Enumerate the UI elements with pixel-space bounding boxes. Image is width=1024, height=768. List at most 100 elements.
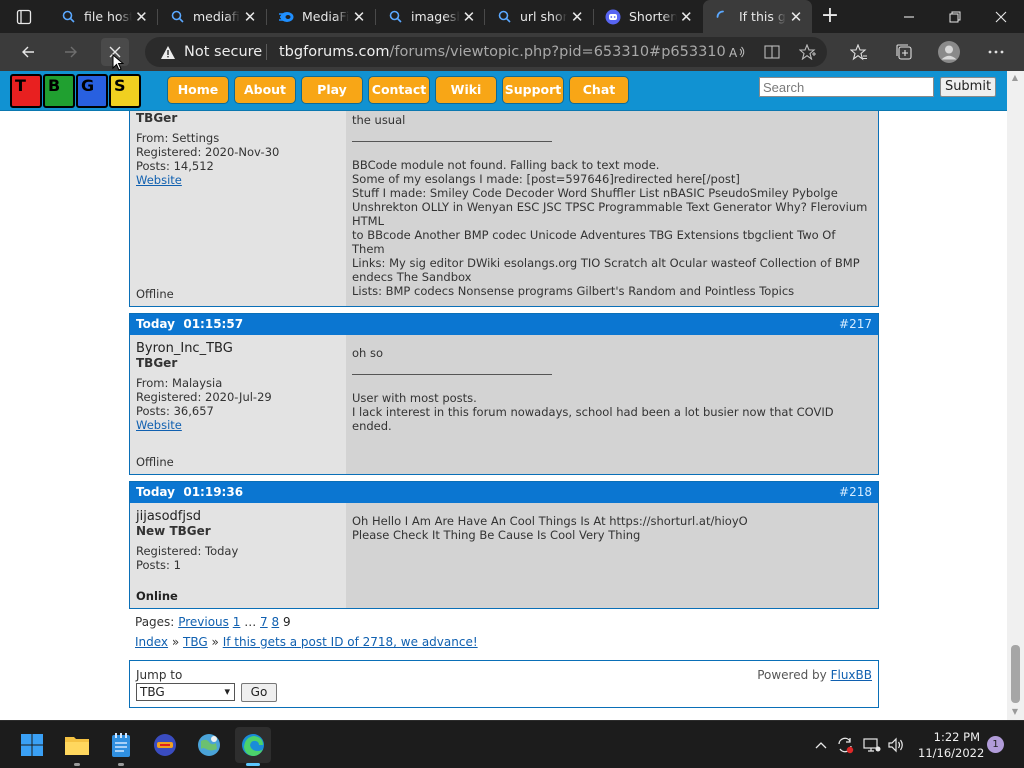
forum-post: Today 01:19:36 #218 jijasodfjsd New TBGe… — [129, 481, 879, 609]
minimize-button[interactable] — [886, 0, 932, 33]
scroll-up-icon[interactable]: ▲ — [1011, 73, 1019, 82]
post-number-link[interactable]: #218 — [839, 482, 872, 503]
favorites-button[interactable] — [845, 38, 873, 66]
site-search-input[interactable] — [759, 77, 934, 97]
user-title: TBGer — [136, 111, 178, 125]
browser-tab[interactable]: file host ✕ — [48, 0, 158, 33]
fluxbb-link[interactable]: FluxBB — [831, 668, 872, 682]
search-icon — [169, 9, 185, 25]
back-arrow-icon — [22, 46, 34, 58]
search-submit-button[interactable]: Submit — [940, 77, 996, 97]
signature-line: Lists: BMP codecs Nonsense programs Gilb… — [352, 284, 795, 298]
taskbar-file-explorer[interactable] — [59, 727, 95, 766]
logo-key: G — [76, 74, 108, 108]
page-scrollbar[interactable]: ▲ ▼ — [1007, 71, 1024, 720]
notification-badge[interactable]: 1 — [987, 736, 1004, 753]
address-bar[interactable]: Not secure tbgforums.com/forums/viewtopi… — [145, 37, 827, 67]
add-favorite-icon[interactable] — [798, 42, 818, 62]
nav-contact[interactable]: Contact — [368, 76, 430, 104]
taskbar-notepad[interactable] — [103, 727, 139, 766]
page-link[interactable]: 8 — [272, 615, 280, 629]
post-date: Today — [136, 485, 175, 499]
read-aloud-icon[interactable]: A — [727, 42, 747, 62]
forward-button[interactable] — [57, 38, 85, 66]
security-indicator[interactable]: Not secure — [160, 37, 262, 67]
chevron-up-icon — [815, 742, 827, 749]
windows-taskbar: 1:22 PM 11/16/2022 1 — [0, 720, 1024, 768]
new-tab-button[interactable]: + — [817, 4, 843, 30]
mouse-cursor-icon — [112, 54, 124, 71]
page-link[interactable]: 1 — [233, 615, 241, 629]
tab-actions-button[interactable] — [0, 0, 48, 33]
browser-tab[interactable]: MediaFi ✕ — [266, 0, 376, 33]
signature-line: Some of my esolangs I made: [post=597646… — [352, 172, 740, 186]
browser-tab-active[interactable]: If this g ✕ — [703, 0, 812, 33]
search-icon — [60, 9, 76, 25]
url-host: tbgforums.com — [279, 44, 390, 60]
close-tab-icon[interactable]: ✕ — [240, 7, 260, 27]
close-tab-icon[interactable]: ✕ — [677, 7, 696, 27]
breadcrumb-forum-link[interactable]: TBG — [183, 635, 208, 649]
user-website-link[interactable]: Website — [136, 418, 346, 432]
close-tab-icon[interactable]: ✕ — [460, 7, 478, 27]
post-number-link[interactable]: #217 — [839, 314, 872, 335]
volume-icon[interactable] — [886, 735, 906, 755]
network-icon[interactable] — [862, 735, 882, 755]
browser-tab[interactable]: url shor ✕ — [484, 0, 594, 33]
taskbar-edge[interactable] — [235, 727, 271, 766]
powered-by: Powered by FluxBB — [757, 668, 872, 682]
clock-time: 1:22 PM — [933, 730, 980, 744]
jump-go-button[interactable]: Go — [241, 683, 277, 702]
close-tab-icon[interactable]: ✕ — [349, 7, 369, 27]
site-logo[interactable]: T B G S — [10, 74, 141, 108]
jump-to-select[interactable]: TBG ▾ — [136, 683, 235, 701]
previous-page-link[interactable]: Previous — [178, 615, 229, 629]
page-link[interactable]: 7 — [260, 615, 268, 629]
close-tab-icon[interactable]: ✕ — [786, 7, 806, 27]
post-message: oh so — [352, 346, 384, 360]
breadcrumb-index-link[interactable]: Index — [135, 635, 168, 649]
system-clock[interactable]: 1:22 PM 11/16/2022 — [918, 729, 984, 761]
signature-line: Unshrekton OLLY in Wenyan ESC JSC TPSC P… — [352, 200, 868, 228]
nav-play[interactable]: Play — [301, 76, 363, 104]
browser-tab[interactable]: Shorten ✕ — [593, 0, 702, 33]
breadcrumb-topic-link[interactable]: If this gets a post ID of 2718, we advan… — [223, 635, 478, 649]
nav-chat[interactable]: Chat — [569, 76, 629, 104]
tab-title: Shorten — [629, 9, 677, 24]
signature-line: to BBcode Another BMP codec Unicode Adve… — [352, 228, 836, 256]
post-message: the usual — [352, 113, 406, 127]
nav-home[interactable]: Home — [167, 76, 229, 104]
post-content: oh so User with most posts. I lack inter… — [346, 335, 878, 474]
url-text[interactable]: tbgforums.com/forums/viewtopic.php?pid=6… — [279, 37, 726, 67]
close-tab-icon[interactable]: ✕ — [567, 7, 587, 27]
back-button[interactable] — [14, 38, 42, 66]
close-tab-icon[interactable]: ✕ — [132, 7, 151, 27]
restore-button[interactable] — [932, 0, 978, 33]
post-signature: BBCode module not found. Falling back to… — [352, 158, 870, 298]
sync-status-icon[interactable] — [835, 735, 855, 755]
signature-line: Stuff I made: Smiley Code Decoder Word S… — [352, 186, 838, 200]
user-website-link[interactable]: Website — [136, 173, 346, 187]
taskbar-app[interactable] — [191, 727, 227, 763]
browser-tab[interactable]: imagesh ✕ — [375, 0, 485, 33]
immersive-reader-icon[interactable] — [762, 42, 782, 62]
close-window-button[interactable] — [978, 0, 1024, 33]
post-signature: User with most posts. I lack interest in… — [352, 391, 870, 433]
signature-divider — [352, 141, 552, 142]
start-button[interactable] — [14, 727, 50, 763]
show-hidden-icons-button[interactable] — [811, 735, 831, 755]
signature-line: Links: My sig editor DWiki esolangs.org … — [352, 256, 860, 270]
nav-support[interactable]: Support — [502, 76, 564, 104]
more-icon — [988, 50, 1004, 54]
collections-button[interactable] — [890, 38, 918, 66]
nav-wiki[interactable]: Wiki — [435, 76, 497, 104]
nav-about[interactable]: About — [234, 76, 296, 104]
user-post-count: Posts: 1 — [136, 558, 181, 572]
settings-menu-button[interactable] — [982, 38, 1010, 66]
profile-button[interactable] — [935, 38, 963, 66]
scroll-down-icon[interactable]: ▼ — [1011, 707, 1019, 716]
taskbar-game-app[interactable] — [147, 727, 183, 763]
scrollbar-thumb[interactable] — [1011, 645, 1020, 703]
post-message-line: Please Check It Thing Be Cause Is Cool V… — [352, 528, 641, 542]
browser-tab[interactable]: mediafi ✕ — [157, 0, 267, 33]
